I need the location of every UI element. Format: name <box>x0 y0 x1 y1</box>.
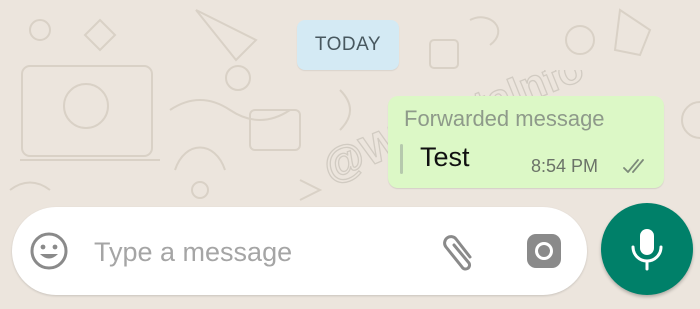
quote-bar <box>400 144 403 174</box>
emoji-icon[interactable] <box>29 231 69 271</box>
camera-icon[interactable] <box>524 231 564 271</box>
message-text: Test <box>420 142 470 172</box>
message-timestamp: 8:54 PM <box>531 156 599 176</box>
microphone-icon <box>631 229 663 271</box>
paperclip-icon[interactable] <box>440 229 480 273</box>
message-input[interactable] <box>92 227 426 277</box>
forwarded-label: Forwarded message <box>404 106 605 131</box>
message-composer <box>12 207 587 295</box>
outgoing-message-bubble[interactable]: Forwarded message Test 8:54 PM <box>388 96 664 188</box>
date-divider: TODAY <box>297 20 399 70</box>
voice-message-button[interactable] <box>601 203 693 295</box>
double-tick-icon <box>623 159 644 173</box>
